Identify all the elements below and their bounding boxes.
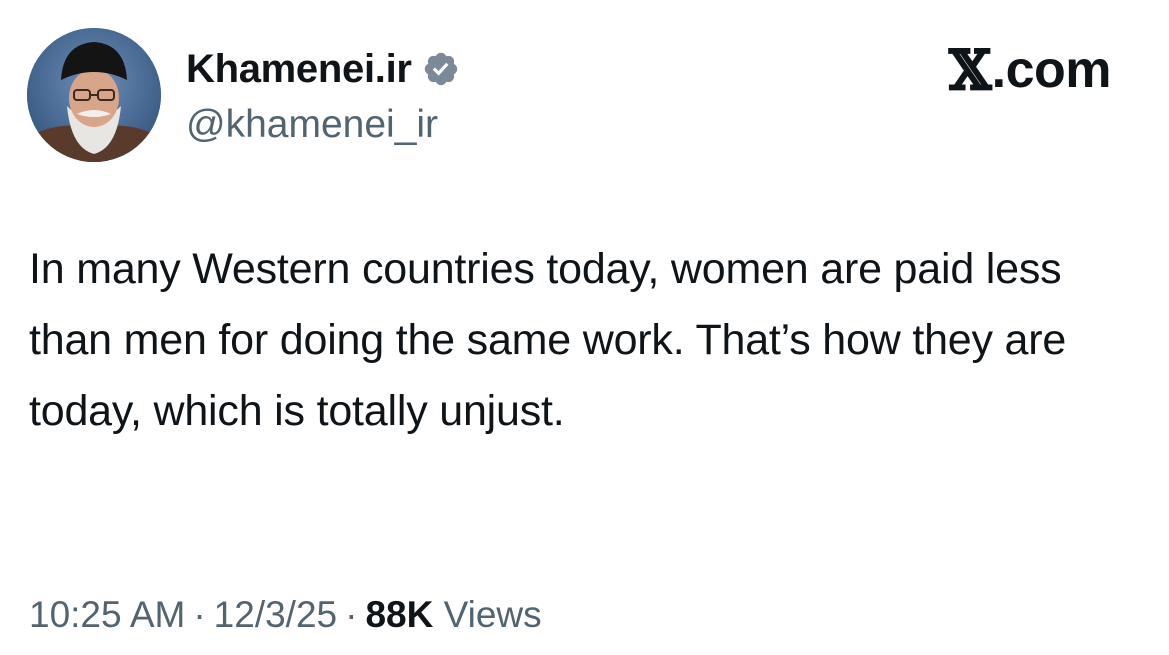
author-handle[interactable]: @khamenei_ir: [186, 100, 438, 150]
tweet-text: In many Western countries today, women a…: [29, 245, 1067, 435]
author-name-row[interactable]: Khamenei.ir: [186, 44, 460, 94]
brand-suffix: .com: [991, 41, 1112, 99]
avatar[interactable]: [27, 28, 161, 162]
views-label[interactable]: Views: [444, 594, 542, 635]
x-logo-icon: 𝕏: [949, 38, 992, 102]
tweet-time[interactable]: 10:25 AM: [29, 594, 185, 635]
tweet-date[interactable]: 12/3/25: [214, 594, 337, 635]
brand-logo: 𝕏 .com: [949, 38, 1112, 102]
views-count[interactable]: 88K: [365, 594, 433, 635]
separator-dot: ·: [193, 594, 206, 635]
avatar-image: [27, 28, 161, 162]
tweet-meta: 10:25 AM · 12/3/25 · 88K Views: [29, 590, 542, 640]
verified-badge-icon[interactable]: [422, 50, 460, 88]
author-display-name[interactable]: Khamenei.ir: [186, 44, 412, 94]
separator-dot: ·: [345, 594, 358, 635]
